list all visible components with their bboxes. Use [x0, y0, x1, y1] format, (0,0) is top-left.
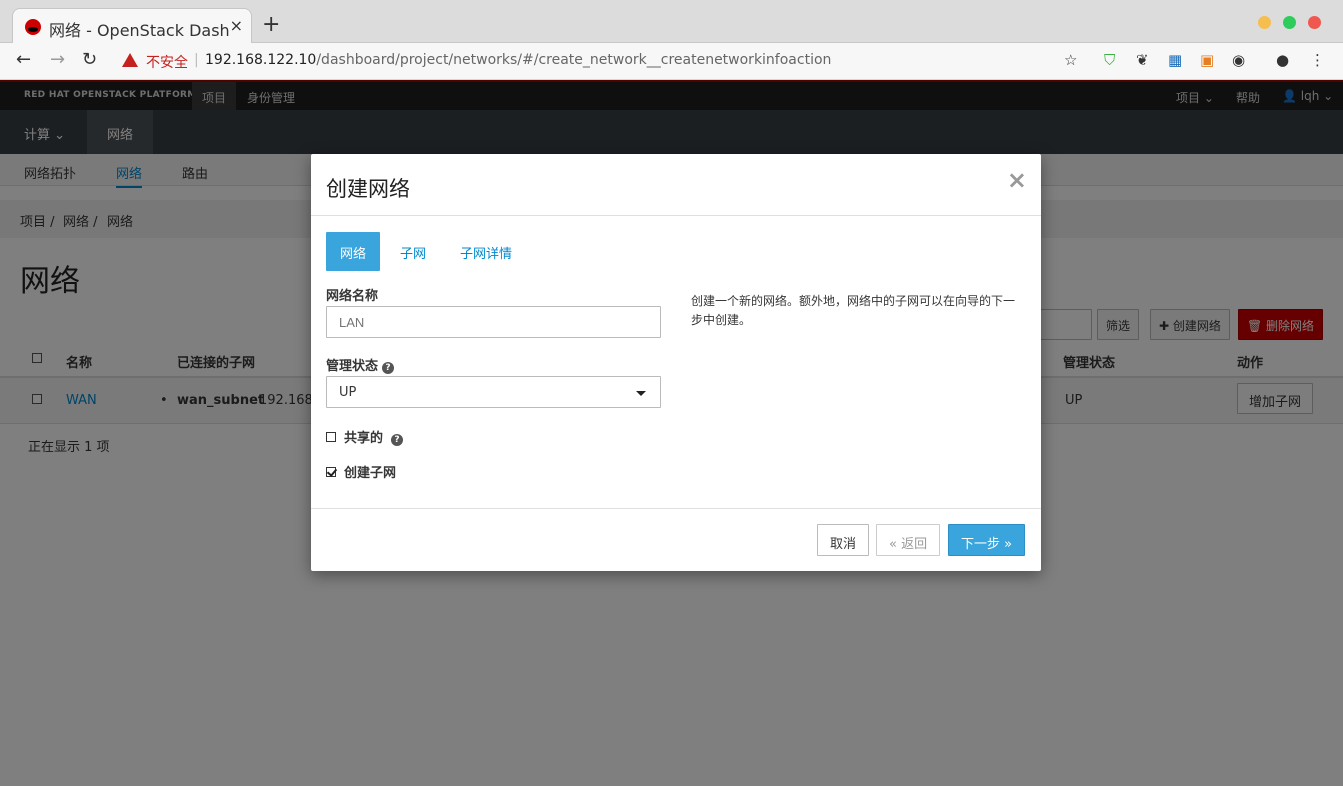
network-name-label: 网络名称	[326, 289, 379, 304]
help-description: 创建一个新的网络。额外地，网络中的子网可以在向导的下一步中创建。	[691, 294, 1016, 327]
admin-state-selected: UP	[339, 385, 357, 400]
url-host: 192.168.122.10	[205, 52, 317, 68]
back-button[interactable]: « 返回	[876, 524, 941, 556]
cancel-button[interactable]: 取消	[817, 524, 870, 556]
shield-extension-icon[interactable]: ⛉	[1104, 51, 1115, 69]
back-arrow-icon[interactable]: ←	[16, 49, 31, 70]
help-icon[interactable]: ?	[391, 434, 404, 446]
modal-title: 创建网络	[326, 177, 410, 201]
tab-network[interactable]: 网络	[326, 232, 381, 271]
browser-tab[interactable]: 网络 - OpenStack Dashbo ×	[12, 8, 252, 44]
shared-checkbox[interactable]	[326, 432, 336, 442]
browser-tab-bar: 网络 - OpenStack Dashbo × +	[0, 0, 1343, 44]
tab-title: 网络 - OpenStack Dashbo	[49, 21, 229, 40]
admin-state-select[interactable]: UP	[326, 376, 661, 408]
network-name-input[interactable]	[326, 306, 661, 338]
account-icon[interactable]: ●	[1276, 51, 1289, 69]
modal-header: 创建网络 ×	[311, 154, 1041, 216]
close-window-button[interactable]	[1308, 16, 1321, 29]
warning-icon	[122, 53, 138, 67]
help-icon[interactable]: ?	[382, 362, 395, 374]
gnome-extension-icon[interactable]: ❦	[1136, 51, 1149, 69]
admin-state-label: 管理状态?	[326, 355, 395, 374]
address-bar[interactable]: 192.168.122.10/dashboard/project/network…	[205, 52, 831, 68]
create-subnet-label: 创建子网	[344, 466, 397, 481]
menu-icon[interactable]: ⋮	[1310, 51, 1325, 69]
reload-icon[interactable]: ↻	[82, 49, 97, 70]
shared-label: 共享的	[344, 431, 384, 446]
tab-subnet-details[interactable]: 子网详情	[446, 232, 526, 271]
create-network-modal: 创建网络 × 网络 子网 子网详情 网络名称 管理状态? UP 共享的? 创建子…	[311, 154, 1041, 571]
maximize-button[interactable]	[1282, 16, 1296, 29]
window-controls	[1250, 16, 1321, 33]
url-path: /dashboard/project/networks/#/create_net…	[316, 52, 832, 68]
extension-icon[interactable]: ▣	[1200, 51, 1214, 69]
extension-icon[interactable]: ▦	[1168, 51, 1182, 69]
tab-subnet[interactable]: 子网	[386, 232, 440, 271]
redhat-favicon-icon	[25, 19, 41, 35]
browser-toolbar: ← → ↻ 不安全 | 192.168.122.10/dashboard/pro…	[0, 43, 1343, 80]
new-tab-button[interactable]: +	[262, 12, 280, 37]
close-icon[interactable]: ×	[1007, 166, 1027, 194]
tab-close-icon[interactable]: ×	[230, 16, 243, 35]
shared-checkbox-row[interactable]: 共享的?	[326, 427, 404, 446]
modal-footer: 取消 « 返回 下一步 »	[311, 508, 1041, 571]
next-button[interactable]: 下一步 »	[948, 524, 1026, 556]
create-subnet-checkbox-row[interactable]: 创建子网	[326, 462, 396, 481]
chevron-down-icon	[636, 391, 646, 396]
admin-state-label-text: 管理状态	[326, 359, 379, 374]
star-icon[interactable]: ☆	[1064, 51, 1077, 69]
create-subnet-checkbox[interactable]	[326, 467, 336, 477]
forward-arrow-icon[interactable]: →	[50, 49, 65, 70]
extension-icon[interactable]: ◉	[1232, 51, 1245, 69]
url-separator: |	[194, 52, 199, 68]
minimize-button[interactable]	[1257, 16, 1271, 29]
insecure-label[interactable]: 不安全	[146, 52, 188, 72]
